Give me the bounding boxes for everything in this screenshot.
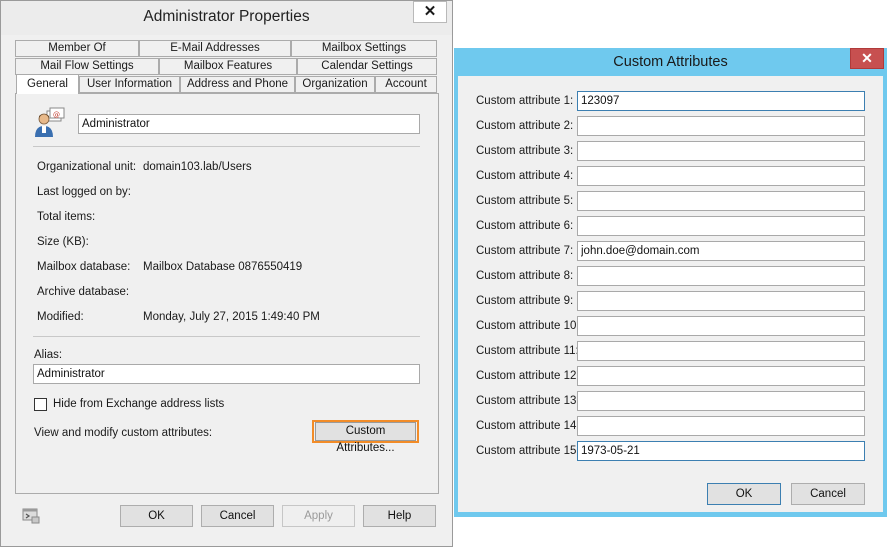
field-label-size: Size (KB):: [37, 236, 89, 248]
custom-attributes-description: View and modify custom attributes:: [34, 427, 213, 439]
custom-attribute-15-label: Custom attribute 15:: [476, 445, 580, 457]
tab-mail-flow-settings[interactable]: Mail Flow Settings: [15, 58, 159, 75]
custom-attribute-13-label: Custom attribute 13:: [476, 395, 580, 407]
field-label-org-unit: Organizational unit:: [37, 161, 137, 173]
custom-attribute-10-label: Custom attribute 10:: [476, 320, 580, 332]
tab-address-and-phone[interactable]: Address and Phone: [180, 76, 295, 93]
svg-text:@: @: [53, 111, 60, 119]
properties-ok-button[interactable]: OK: [120, 505, 193, 527]
properties-close-button[interactable]: ✕: [413, 1, 447, 23]
properties-apply-button[interactable]: Apply: [282, 505, 355, 527]
custom-attribute-10-input[interactable]: [577, 316, 865, 336]
tab-member-of[interactable]: Member Of: [15, 40, 139, 57]
field-label-last-logged: Last logged on by:: [37, 186, 131, 198]
custom-attribute-6-label: Custom attribute 6:: [476, 220, 574, 232]
field-label-mailbox-db: Mailbox database:: [37, 261, 131, 273]
custom-attribute-8-input[interactable]: [577, 266, 865, 286]
custom-attributes-cancel-button[interactable]: Cancel: [791, 483, 865, 505]
field-value-mailbox-db: Mailbox Database 0876550419: [143, 261, 303, 273]
properties-help-button[interactable]: Help: [363, 505, 436, 527]
custom-attribute-9-label: Custom attribute 9:: [476, 295, 574, 307]
hide-from-address-lists-label: Hide from Exchange address lists: [53, 398, 225, 410]
field-label-modified: Modified:: [37, 311, 84, 323]
hide-from-address-lists-checkbox[interactable]: [34, 398, 47, 411]
tab-user-information[interactable]: User Information: [79, 76, 180, 93]
custom-attribute-4-label: Custom attribute 4:: [476, 170, 574, 182]
custom-attribute-4-input[interactable]: [577, 166, 865, 186]
custom-attribute-5-label: Custom attribute 5:: [476, 195, 574, 207]
field-label-archive-db: Archive database:: [37, 286, 130, 298]
tab-email-addresses[interactable]: E-Mail Addresses: [139, 40, 291, 57]
custom-attribute-3-input[interactable]: [577, 141, 865, 161]
field-value-modified: Monday, July 27, 2015 1:49:40 PM: [143, 311, 320, 323]
custom-attribute-7-label: Custom attribute 7:: [476, 245, 574, 257]
custom-attribute-1-input[interactable]: [577, 91, 865, 111]
custom-attribute-12-input[interactable]: [577, 366, 865, 386]
custom-attributes-title: Custom Attributes: [613, 54, 728, 70]
custom-attribute-11-label: Custom attribute 11:: [476, 345, 579, 357]
custom-attribute-5-input[interactable]: [577, 191, 865, 211]
field-label-total-items: Total items:: [37, 211, 96, 223]
tab-organization[interactable]: Organization: [295, 76, 375, 93]
custom-attribute-11-input[interactable]: [577, 341, 865, 361]
custom-attribute-1-label: Custom attribute 1:: [476, 95, 574, 107]
custom-attribute-13-input[interactable]: [577, 391, 865, 411]
custom-attribute-7-input[interactable]: [577, 241, 865, 261]
custom-attribute-14-input[interactable]: [577, 416, 865, 436]
custom-attribute-14-label: Custom attribute 14:: [476, 420, 580, 432]
field-value-org-unit: domain103.lab/Users: [143, 161, 252, 173]
properties-cancel-button[interactable]: Cancel: [201, 505, 274, 527]
user-mailbox-icon: @: [33, 107, 65, 139]
display-name-input[interactable]: [78, 114, 420, 134]
custom-attribute-9-input[interactable]: [577, 291, 865, 311]
custom-attribute-12-label: Custom attribute 12:: [476, 370, 580, 382]
tab-mailbox-settings[interactable]: Mailbox Settings: [291, 40, 437, 57]
tab-account[interactable]: Account: [375, 76, 437, 93]
tab-calendar-settings[interactable]: Calendar Settings: [297, 58, 437, 75]
divider-middle: [33, 336, 420, 337]
custom-attribute-8-label: Custom attribute 8:: [476, 270, 574, 282]
custom-attributes-button[interactable]: Custom Attributes...: [315, 422, 416, 454]
custom-attributes-ok-button[interactable]: OK: [707, 483, 781, 505]
console-icon: [22, 508, 40, 524]
properties-title-bar: Administrator Properties ✕: [1, 1, 452, 35]
custom-attribute-2-input[interactable]: [577, 116, 865, 136]
custom-attribute-2-label: Custom attribute 2:: [476, 120, 574, 132]
alias-label: Alias:: [34, 349, 63, 361]
alias-input[interactable]: [33, 364, 420, 384]
custom-attribute-6-input[interactable]: [577, 216, 865, 236]
custom-attribute-3-label: Custom attribute 3:: [476, 145, 574, 157]
custom-attributes-close-button[interactable]: ✕: [850, 48, 884, 69]
tab-mailbox-features[interactable]: Mailbox Features: [159, 58, 297, 75]
tab-general[interactable]: General: [16, 74, 79, 94]
custom-attribute-15-input[interactable]: [577, 441, 865, 461]
divider-top: [33, 146, 420, 147]
properties-title: Administrator Properties: [143, 8, 310, 25]
